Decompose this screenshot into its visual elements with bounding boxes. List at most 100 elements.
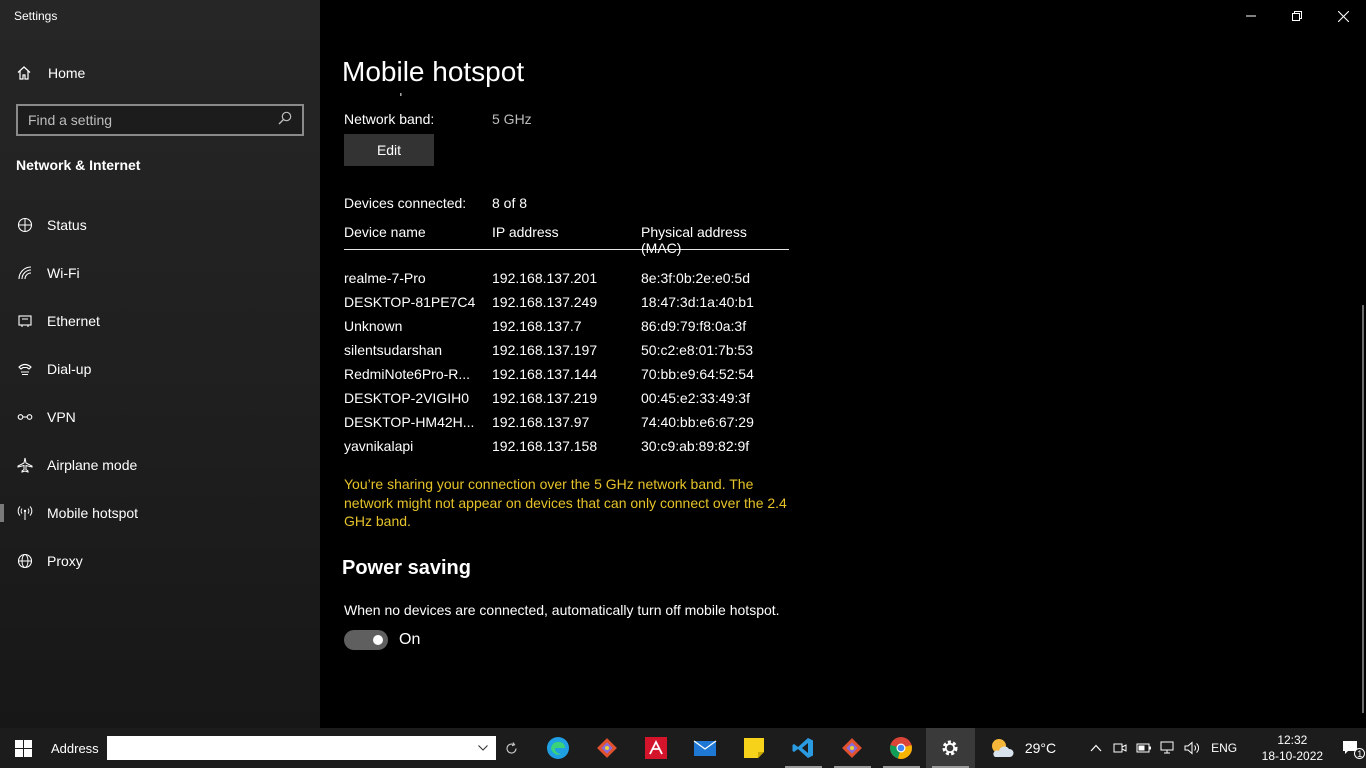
table-row: DESKTOP-2VIGIH0 192.168.137.219 00:45:e2… [344, 386, 789, 410]
git-gui-app[interactable] [583, 728, 632, 768]
dialup-icon [16, 360, 34, 378]
minimize-button[interactable] [1228, 0, 1274, 32]
search-icon[interactable] [278, 111, 292, 130]
weather-temp: 29°C [1024, 740, 1057, 756]
sticky-notes-icon [744, 738, 765, 758]
start-button[interactable] [0, 728, 47, 768]
close-icon [1337, 10, 1349, 22]
search-box[interactable] [16, 104, 304, 136]
sidebar-item-label: Ethernet [47, 313, 100, 329]
ip-cell: 192.168.137.144 [492, 366, 598, 382]
close-button[interactable] [1320, 0, 1366, 32]
sidebar-item-label: Mobile hotspot [47, 505, 139, 521]
minimize-icon [1246, 15, 1256, 17]
scrollbar[interactable] [1362, 305, 1364, 713]
home-nav-item[interactable]: Home [16, 62, 85, 84]
restore-button[interactable] [1274, 0, 1320, 32]
table-row: yavnikalapi 192.168.137.158 30:c9:ab:89:… [344, 434, 789, 458]
edit-button[interactable]: Edit [344, 134, 434, 166]
mac-cell: 70:bb:e9:64:52:54 [641, 366, 754, 382]
address-label: Address [50, 740, 99, 756]
device-name-cell: RedmiNote6Pro-R... [344, 366, 471, 382]
table-row: DESKTOP-81PE7C4 192.168.137.249 18:47:3d… [344, 290, 789, 314]
notification-count: 1 [1354, 748, 1366, 759]
edge-icon [547, 737, 570, 759]
table-header: Device name IP address Physical address … [344, 224, 789, 256]
network-band-label: Network band: [344, 111, 435, 127]
amd-icon [645, 737, 668, 759]
globe-icon [16, 552, 34, 570]
sticky-notes-app[interactable] [730, 728, 779, 768]
clock-date: 18-10-2022 [1261, 749, 1324, 763]
vscode-app[interactable] [779, 728, 828, 768]
hotspot-icon [16, 504, 34, 522]
sidebar-item-ethernet[interactable]: Ethernet [0, 297, 320, 345]
refresh-icon [506, 741, 517, 754]
devices-table: Device name IP address Physical address … [344, 224, 789, 458]
notification-icon: 1 [1342, 740, 1366, 759]
chevron-up-icon[interactable] [1084, 744, 1108, 752]
language-indicator[interactable]: ENG [1204, 741, 1244, 755]
mac-cell: 00:45:e2:33:49:3f [641, 390, 750, 406]
devices-connected-value: 8 of 8 [492, 195, 528, 211]
windows-icon [14, 739, 32, 757]
git-app[interactable] [828, 728, 877, 768]
ip-cell: 192.168.137.158 [492, 438, 598, 454]
chrome-app[interactable] [877, 728, 926, 768]
mac-cell: 8e:3f:0b:2e:e0:5d [641, 270, 750, 286]
edge-app[interactable] [534, 728, 583, 768]
restore-icon [1292, 11, 1302, 21]
home-label: Home [48, 65, 86, 81]
toggle-state-label: On [399, 631, 421, 648]
band-warning: You’re sharing your connection over the … [344, 476, 787, 530]
main-content: Network password: 07451270 Mobile hotspo… [320, 0, 1366, 728]
power-saving-toggle-row: On [344, 630, 420, 650]
table-row: silentsudarshan 192.168.137.197 50:c2:e8… [344, 338, 789, 362]
device-name-cell: DESKTOP-2VIGIH0 [344, 390, 470, 406]
notification-center-button[interactable]: 1 [1337, 740, 1366, 759]
sidebar-item-status[interactable]: Status [0, 201, 320, 249]
clock[interactable]: 12:32 18-10-2022 [1258, 732, 1327, 764]
window-title: Settings [14, 9, 58, 23]
settings-app[interactable] [925, 728, 975, 768]
sidebar-item-airplane-mode[interactable]: Airplane mode [0, 441, 320, 489]
volume-icon[interactable] [1180, 741, 1204, 755]
page-title: Mobile hotspot [342, 56, 525, 87]
mac-cell: 86:d9:79:f8:0a:3f [641, 318, 747, 334]
table-row: realme-7-Pro 192.168.137.201 8e:3f:0b:2e… [344, 266, 789, 290]
column-header: Device name [344, 224, 426, 240]
mail-app[interactable] [681, 728, 730, 768]
search-input[interactable] [28, 112, 278, 128]
ip-cell: 192.168.137.201 [492, 270, 598, 286]
toggle-knob [373, 635, 383, 645]
devices-connected-row: Devices connected: 8 of 8 [344, 195, 527, 211]
home-icon [16, 65, 34, 81]
sidebar-item-mobile-hotspot[interactable]: Mobile hotspot [0, 489, 320, 537]
device-name-cell: realme-7-Pro [344, 270, 426, 286]
git-gui-icon [597, 738, 618, 758]
chevron-down-icon [478, 745, 489, 751]
network-icon[interactable] [1156, 741, 1180, 755]
sidebar-item-dialup[interactable]: Dial-up [0, 345, 320, 393]
sidebar-item-label: Dial-up [47, 361, 92, 377]
meet-now-icon[interactable] [1108, 741, 1132, 755]
amd-app[interactable] [632, 728, 681, 768]
power-saving-toggle[interactable] [344, 630, 388, 650]
sidebar-item-vpn[interactable]: VPN [0, 393, 320, 441]
battery-icon[interactable] [1132, 742, 1156, 754]
airplane-icon [16, 456, 34, 474]
weather-widget[interactable]: 29°C [989, 737, 1056, 759]
status-icon [16, 216, 34, 234]
git-icon [842, 738, 863, 758]
sidebar: Settings Home Network & Internet Status … [0, 0, 320, 728]
wifi-icon [16, 264, 34, 282]
sidebar-item-wifi[interactable]: Wi-Fi [0, 249, 320, 297]
column-header: IP address [492, 224, 559, 240]
sidebar-item-proxy[interactable]: Proxy [0, 537, 320, 585]
mac-cell: 74:40:bb:e6:67:29 [641, 414, 754, 430]
refresh-button[interactable] [496, 736, 525, 760]
ip-cell: 192.168.137.97 [492, 414, 590, 430]
address-bar[interactable] [106, 736, 497, 760]
table-row: Unknown 192.168.137.7 86:d9:79:f8:0a:3f [344, 314, 789, 338]
sidebar-item-label: Airplane mode [47, 457, 138, 473]
